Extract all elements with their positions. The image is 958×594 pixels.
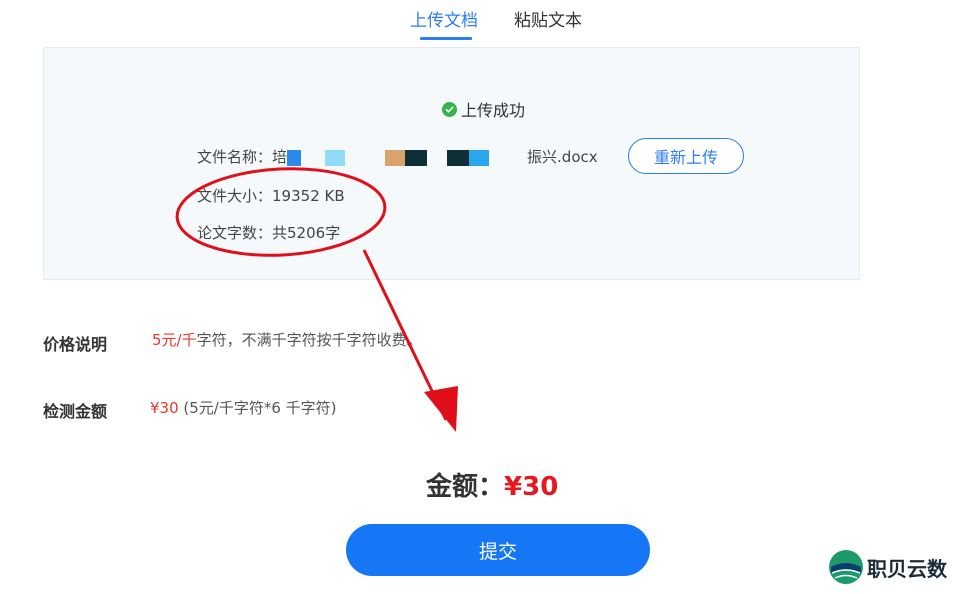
brand-watermark-text: 职贝云数: [867, 556, 947, 581]
detection-amount-label: 检测金额: [43, 402, 108, 421]
upload-result-panel: 上传成功 文件名称： 培 振兴.docx 重新上传 文件大小： 19352 KB…: [43, 47, 860, 280]
upload-status: 上传成功: [442, 98, 525, 120]
file-size-row: 文件大小： 19352 KB: [197, 185, 345, 206]
brand-watermark: 职贝云数: [828, 549, 947, 585]
detection-amount-detail: (5元/千字符*6 千字符): [178, 399, 337, 417]
price-description: 5元/千字符，不满千字符按千字符收费。: [152, 329, 422, 350]
tab-bar: 上传文档 粘贴文本: [0, 10, 958, 40]
file-size-value: 19352 KB: [272, 186, 345, 205]
detection-amount: ¥30 (5元/千字符*6 千字符): [150, 397, 337, 418]
file-name-row: 文件名称： 培 振兴.docx: [197, 146, 598, 167]
word-count-row: 论文字数： 共5206字: [197, 222, 340, 243]
upload-status-text: 上传成功: [461, 101, 526, 120]
file-name-end: 振兴.docx: [527, 148, 598, 166]
check-circle-icon: [442, 101, 457, 117]
active-tab-indicator: [420, 37, 472, 40]
annotation-arrow-head: [424, 386, 458, 432]
total-amount-value: ¥30: [504, 472, 559, 502]
submit-button[interactable]: 提交: [346, 524, 650, 576]
file-size-label: 文件大小：: [197, 187, 273, 205]
file-name-label: 文件名称：: [197, 148, 273, 166]
total-amount-label: 金额：: [426, 472, 505, 502]
word-count-label: 论文字数：: [197, 224, 273, 242]
total-amount: 金额：¥30: [426, 466, 558, 503]
price-info-label: 价格说明: [43, 335, 108, 354]
file-name-redacted: [287, 148, 527, 166]
tab-paste-text[interactable]: 粘贴文本: [514, 10, 582, 32]
tab-upload-document[interactable]: 上传文档: [410, 10, 478, 32]
file-name-start: 培: [272, 148, 288, 166]
price-rule: 字符，不满千字符按千字符收费。: [196, 331, 422, 349]
word-count-value: 共5206字: [272, 224, 341, 242]
brand-logo-icon: [829, 550, 863, 584]
price-rate: 5元/千: [152, 331, 197, 349]
reupload-button[interactable]: 重新上传: [628, 138, 744, 174]
detection-amount-value: ¥30: [150, 399, 179, 417]
